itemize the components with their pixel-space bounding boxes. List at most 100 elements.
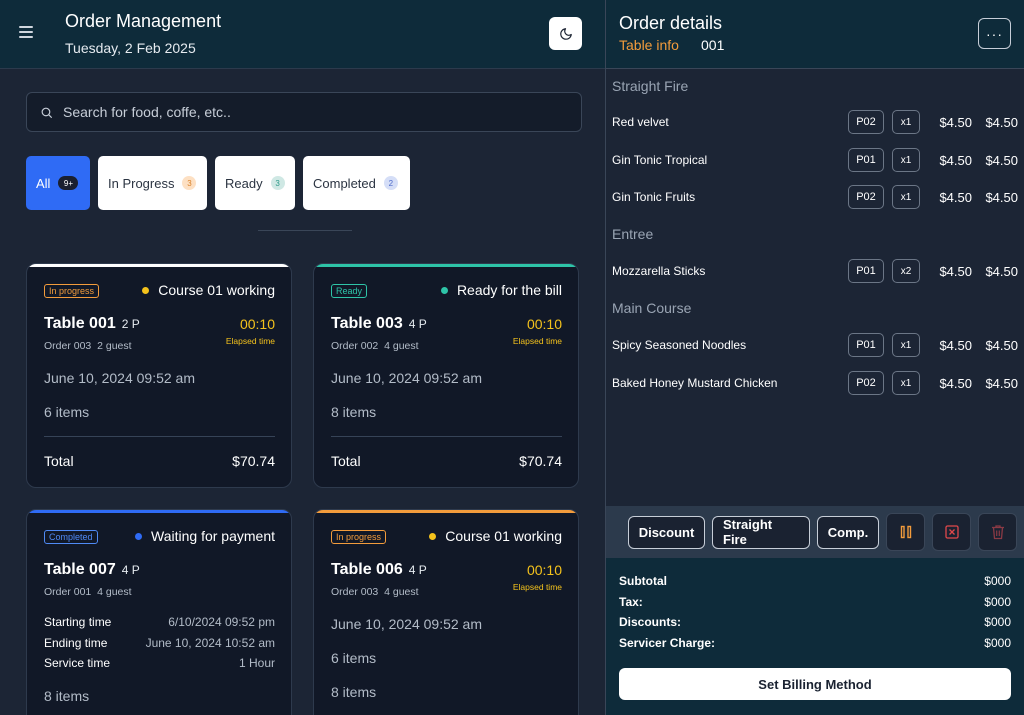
trash-icon	[991, 525, 1004, 540]
count-badge: 3	[182, 176, 197, 190]
table-name: Table 007 4 P	[44, 561, 140, 579]
status-dot	[135, 532, 143, 540]
delete-button[interactable]	[978, 513, 1017, 551]
quantity-badge[interactable]: x1	[892, 333, 920, 357]
table-name: Table 006 4 P	[331, 561, 427, 579]
more-icon: ···	[986, 25, 1003, 42]
details-header: Order details Table info 001 ···	[606, 0, 1024, 69]
ending-time-label: Ending time	[44, 636, 108, 650]
filter-all[interactable]: All 9+	[26, 156, 90, 210]
order-number: Order 003	[331, 586, 379, 598]
theme-toggle-button[interactable]	[549, 17, 582, 50]
line-item[interactable]: Spicy Seasoned Noodles P01 x1 $4.50 $4.5…	[612, 332, 1018, 358]
status-filters: All 9+ In Progress 3 Ready 3 Completed 2	[26, 156, 410, 210]
total-label: Total	[44, 453, 74, 469]
starting-time-value: 6/10/2024 09:52 pm	[168, 615, 275, 629]
seat-badge[interactable]: P02	[848, 110, 884, 134]
filter-ready[interactable]: Ready 3	[215, 156, 295, 210]
search-input[interactable]	[63, 104, 543, 120]
ending-time-row: Ending time June 10, 2024 10:52 am	[44, 636, 275, 650]
status-label: Waiting for payment	[151, 528, 275, 544]
item-name: Mozzarella Sticks	[612, 264, 706, 278]
item-price: $4.50	[939, 375, 972, 391]
subtotal-row: Subtotal $000	[619, 574, 1011, 588]
elapsed-label: Elapsed time	[512, 336, 562, 346]
party-size: 2 P	[121, 317, 140, 331]
item-total: $4.50	[985, 375, 1018, 391]
guest-count: 4 guest	[97, 586, 132, 598]
elapsed-label: Elapsed time	[512, 582, 562, 592]
guest-count: 2 guest	[97, 340, 132, 352]
discounts-label: Discounts:	[619, 615, 682, 629]
table-label: Table 007	[44, 561, 116, 578]
quantity-badge[interactable]: x2	[892, 259, 920, 283]
seat-badge[interactable]: P02	[848, 371, 884, 395]
order-status: Course 01 working	[429, 528, 562, 544]
status-dot	[429, 532, 437, 540]
order-date: June 10, 2024 09:52 am	[331, 370, 483, 386]
hamburger-icon[interactable]	[19, 26, 33, 38]
item-price: $4.50	[939, 263, 972, 279]
total-label: Total	[331, 453, 361, 469]
seat-badge[interactable]: P01	[848, 259, 884, 283]
elapsed-time: 00:10	[526, 316, 562, 332]
order-card[interactable]: In progress Course 01 working Table 001 2…	[26, 263, 292, 488]
seat-badge[interactable]: P01	[848, 148, 884, 172]
line-item[interactable]: Baked Honey Mustard Chicken P02 x1 $4.50…	[612, 370, 1018, 396]
void-button[interactable]	[932, 513, 971, 551]
line-item[interactable]: Red velvet P02 x1 $4.50 $4.50	[612, 109, 1018, 135]
table-label: Table 001	[44, 315, 116, 332]
line-item[interactable]: Mozzarella Sticks P01 x2 $4.50 $4.50	[612, 258, 1018, 284]
pause-button[interactable]	[886, 513, 925, 551]
discounts-value: $000	[984, 615, 1011, 629]
filter-label: Completed	[313, 175, 376, 191]
elapsed-time: 00:10	[526, 562, 562, 578]
order-card[interactable]: Completed Waiting for payment Table 007 4…	[26, 509, 292, 715]
quantity-badge[interactable]: x1	[892, 185, 920, 209]
quantity-badge[interactable]: x1	[892, 110, 920, 134]
line-item[interactable]: Gin Tonic Tropical P01 x1 $4.50 $4.50	[612, 147, 1018, 173]
service-charge-row: Servicer Charge: $000	[619, 636, 1011, 650]
count-badge: 2	[383, 176, 398, 190]
item-total: $4.50	[985, 337, 1018, 353]
item-price: $4.50	[939, 152, 972, 168]
search-icon	[41, 107, 52, 118]
order-card[interactable]: Ready Ready for the bill Table 003 4 P Or…	[313, 263, 579, 488]
section-header: Straight Fire	[612, 78, 689, 94]
page-title: Order Management	[65, 11, 222, 31]
more-options-button[interactable]: ···	[978, 18, 1011, 49]
item-name: Gin Tonic Tropical	[612, 153, 708, 167]
order-card[interactable]: In progress Course 01 working Table 006 4…	[313, 509, 579, 715]
elapsed-label: Elapsed time	[225, 336, 275, 346]
status-label: Course 01 working	[445, 528, 562, 544]
quantity-badge[interactable]: x1	[892, 371, 920, 395]
top-bar: Order Management Tuesday, 2 Feb 2025	[0, 0, 605, 69]
status-badge: In progress	[331, 530, 387, 544]
service-time-row: Service time 1 Hour	[44, 656, 275, 670]
item-price: $4.50	[939, 189, 972, 205]
set-billing-method-button[interactable]: Set Billing Method	[619, 668, 1011, 700]
line-item[interactable]: Gin Tonic Fruits P02 x1 $4.50 $4.50	[612, 184, 1018, 210]
count-badge: 9+	[58, 176, 79, 190]
seat-badge[interactable]: P02	[848, 185, 884, 209]
seat-badge[interactable]: P01	[848, 333, 884, 357]
search-bar[interactable]	[26, 92, 582, 132]
tax-row: Tax: $000	[619, 595, 1011, 609]
straight-fire-button[interactable]: Straight Fire	[712, 515, 810, 549]
party-size: 4 P	[408, 563, 427, 577]
card-accent	[27, 264, 291, 267]
filter-completed[interactable]: Completed 2	[303, 156, 410, 210]
filter-label: Ready	[225, 175, 263, 191]
discounts-row: Discounts: $000	[619, 615, 1011, 629]
item-total: $4.50	[985, 263, 1018, 279]
item-name: Red velvet	[612, 115, 669, 129]
table-info-label: Table info	[619, 37, 679, 53]
filter-in-progress[interactable]: In Progress 3	[98, 156, 207, 210]
filter-label: In Progress	[108, 175, 175, 191]
comp-button[interactable]: Comp.	[817, 515, 879, 549]
quantity-badge[interactable]: x1	[892, 148, 920, 172]
status-label: Ready for the bill	[456, 282, 562, 298]
guest-count: 4 guest	[384, 340, 419, 352]
discount-button[interactable]: Discount	[628, 515, 705, 549]
order-number: Order 002	[331, 340, 379, 352]
